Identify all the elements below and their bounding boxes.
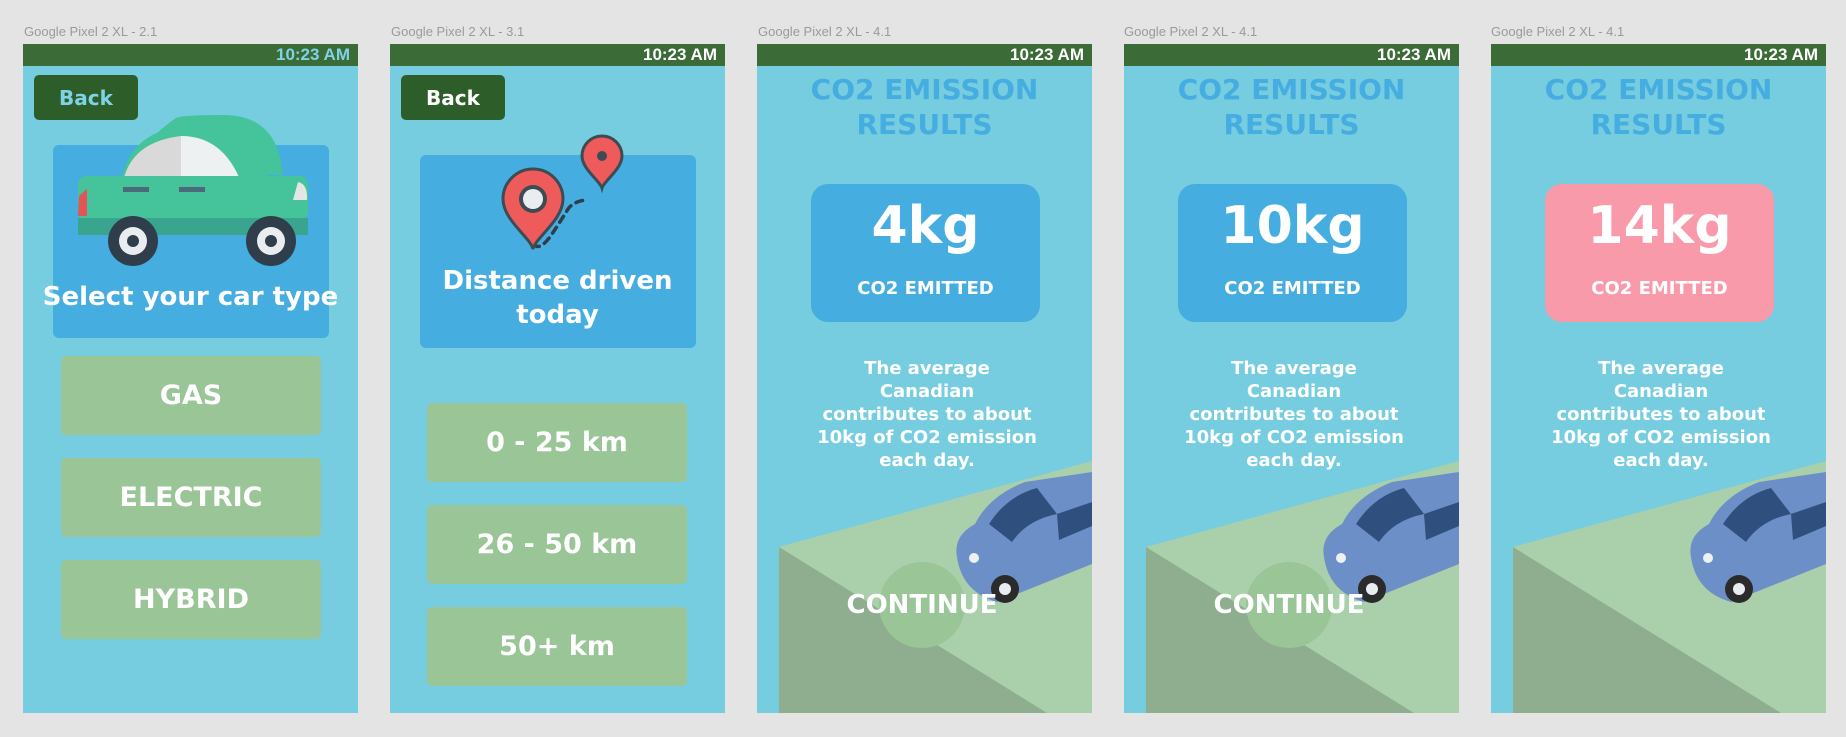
continue-button[interactable]: CONTINUE <box>1179 590 1399 620</box>
option-26-50km[interactable]: 26 - 50 km <box>427 505 687 584</box>
option-gas[interactable]: GAS <box>61 356 321 435</box>
results-title-line1: CO2 EMISSION <box>1177 73 1406 106</box>
results-title-line2: RESULTS <box>1590 108 1727 141</box>
results-title-line1: CO2 EMISSION <box>1544 73 1773 106</box>
average-line: The average Canadian <box>1231 358 1357 402</box>
emission-value: 14kg <box>1587 196 1732 256</box>
option-electric[interactable]: ELECTRIC <box>61 458 321 537</box>
average-info: The average Canadian contributes to abou… <box>1184 357 1404 472</box>
emission-value: 4kg <box>871 196 980 256</box>
emission-result-box: 4kg CO2 EMITTED <box>811 184 1040 322</box>
average-line: 10kg of CO2 emission <box>1551 427 1771 448</box>
emission-label: CO2 EMITTED <box>1224 278 1361 299</box>
average-line: 10kg of CO2 emission <box>1184 427 1404 448</box>
average-info: The average Canadian contributes to abou… <box>1551 357 1771 472</box>
average-line: each day. <box>1613 450 1709 471</box>
results-title: CO2 EMISSION RESULTS <box>757 72 1092 142</box>
frame-label-distance: Google Pixel 2 XL - 3.1 <box>391 24 525 39</box>
option-0-25km[interactable]: 0 - 25 km <box>427 403 687 482</box>
car-type-title: Select your car type <box>42 282 339 312</box>
results-title: CO2 EMISSION RESULTS <box>1491 72 1826 142</box>
emission-value: 10kg <box>1220 196 1365 256</box>
average-line: 10kg of CO2 emission <box>817 427 1037 448</box>
continue-button[interactable]: CONTINUE <box>812 590 1032 620</box>
results-title-line2: RESULTS <box>1223 108 1360 141</box>
average-line: contributes to about <box>1189 404 1399 425</box>
average-line: each day. <box>879 450 975 471</box>
average-info: The average Canadian contributes to abou… <box>817 357 1037 472</box>
average-line: The average Canadian <box>864 358 990 402</box>
distance-title-line1: Distance driven <box>442 266 673 296</box>
emission-result-box: 10kg CO2 EMITTED <box>1178 184 1407 322</box>
results-title-line2: RESULTS <box>856 108 993 141</box>
map-pin-icon <box>501 134 624 250</box>
average-line: contributes to about <box>822 404 1032 425</box>
screen-results-4kg: 10:23 AM CO2 EMISSION RESULTS 4kg CO2 EM… <box>757 44 1092 713</box>
emission-label: CO2 EMITTED <box>857 278 994 299</box>
frame-label-results-14kg: Google Pixel 2 XL - 4.1 <box>1491 24 1625 39</box>
frame-label-results-4kg: Google Pixel 2 XL - 4.1 <box>758 24 892 39</box>
emission-label: CO2 EMITTED <box>1591 278 1728 299</box>
average-line: each day. <box>1246 450 1342 471</box>
frame-label-car-type: Google Pixel 2 XL - 2.1 <box>24 24 158 39</box>
frame-label-results-10kg: Google Pixel 2 XL - 4.1 <box>1124 24 1258 39</box>
screen-distance: 10:23 AM Back Distance driven today 0 - … <box>390 44 725 713</box>
average-line: contributes to about <box>1556 404 1766 425</box>
results-title: CO2 EMISSION RESULTS <box>1124 72 1459 142</box>
screen-results-10kg: 10:23 AM CO2 EMISSION RESULTS 10kg CO2 E… <box>1124 44 1459 713</box>
average-line: The average Canadian <box>1598 358 1724 402</box>
screen-car-type: 10:23 AM Back Select your car type GAS E… <box>23 44 358 713</box>
option-hybrid[interactable]: HYBRID <box>61 560 321 639</box>
back-button[interactable]: Back <box>34 75 138 120</box>
distance-title-line2: today <box>516 300 599 330</box>
option-50plus-km[interactable]: 50+ km <box>427 607 687 686</box>
emission-result-box-high: 14kg CO2 EMITTED <box>1545 184 1774 322</box>
screen-results-14kg: 10:23 AM CO2 EMISSION RESULTS 14kg CO2 E… <box>1491 44 1826 713</box>
results-title-line1: CO2 EMISSION <box>810 73 1039 106</box>
